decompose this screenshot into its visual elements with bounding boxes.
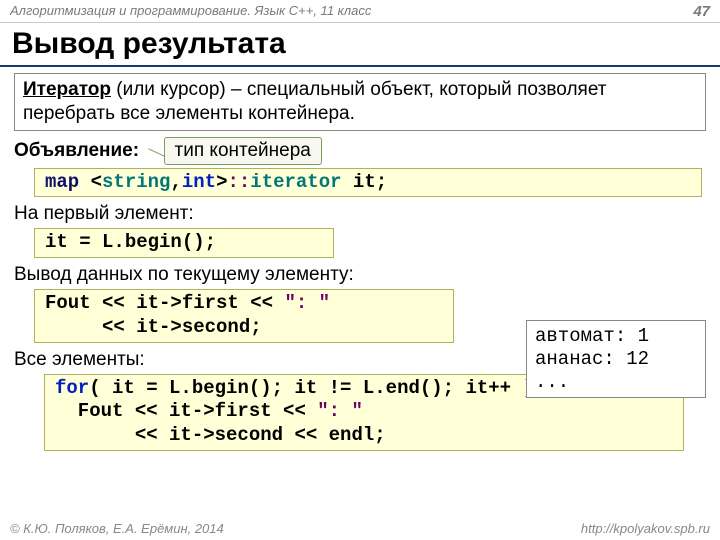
all-elements-label: Все элементы:	[14, 349, 145, 371]
page-number: 47	[693, 3, 710, 20]
footer-url: http://kpolyakov.spb.ru	[581, 521, 710, 536]
definition-text: (или курсор) – специальный объект, котор…	[23, 79, 606, 124]
type-callout: тип контейнера	[164, 137, 322, 165]
slide-title: Вывод результата	[0, 23, 720, 67]
output-line: ананас: 12	[535, 348, 697, 371]
slide-header: Алгоритмизация и программирование. Язык …	[0, 0, 720, 23]
code-output-current: Fout << it->first << ": " << it->second;	[34, 289, 454, 343]
course-title: Алгоритмизация и программирование. Язык …	[10, 3, 371, 20]
output-line: ...	[535, 371, 697, 394]
declaration-row: Объявление: тип контейнера	[14, 137, 706, 165]
slide-footer: © К.Ю. Поляков, Е.А. Ерёмин, 2014 http:/…	[10, 521, 710, 536]
output-line: автомат: 1	[535, 325, 697, 348]
declaration-label: Объявление:	[14, 140, 139, 162]
output-current-label: Вывод данных по текущему элементу:	[14, 264, 354, 286]
copyright: © К.Ю. Поляков, Е.А. Ерёмин, 2014	[10, 521, 224, 536]
code-declaration: map <string,int>::iterator it;	[34, 168, 702, 198]
sample-output-box: автомат: 1 ананас: 12 ...	[526, 320, 706, 398]
definition-term: Итератор	[23, 79, 111, 100]
code-begin: it = L.begin();	[34, 228, 334, 258]
first-element-label: На первый элемент:	[14, 203, 194, 225]
definition-box: Итератор (или курсор) – специальный объе…	[14, 73, 706, 131]
